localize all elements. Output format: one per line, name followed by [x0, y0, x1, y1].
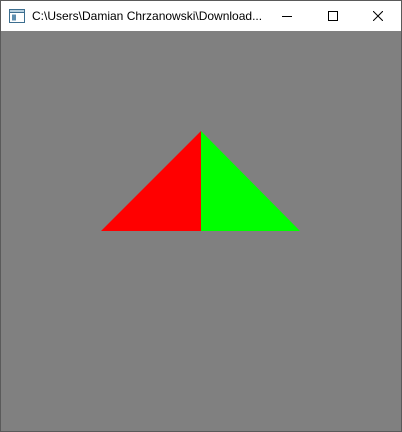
green-triangle — [201, 131, 300, 231]
app-icon[interactable] — [9, 9, 25, 23]
close-icon — [373, 11, 383, 21]
minimize-icon — [282, 16, 292, 17]
window-title: C:\Users\Damian Chrzanowski\Download... — [32, 9, 263, 23]
close-button[interactable] — [355, 1, 401, 31]
render-canvas[interactable] — [1, 31, 401, 431]
title-bar[interactable]: C:\Users\Damian Chrzanowski\Download... — [1, 1, 401, 31]
maximize-button[interactable] — [310, 1, 356, 31]
scene-svg — [101, 131, 300, 231]
app-window: C:\Users\Damian Chrzanowski\Download... — [0, 0, 402, 432]
red-triangle — [101, 131, 201, 231]
minimize-button[interactable] — [264, 1, 310, 31]
maximize-icon — [328, 11, 338, 21]
